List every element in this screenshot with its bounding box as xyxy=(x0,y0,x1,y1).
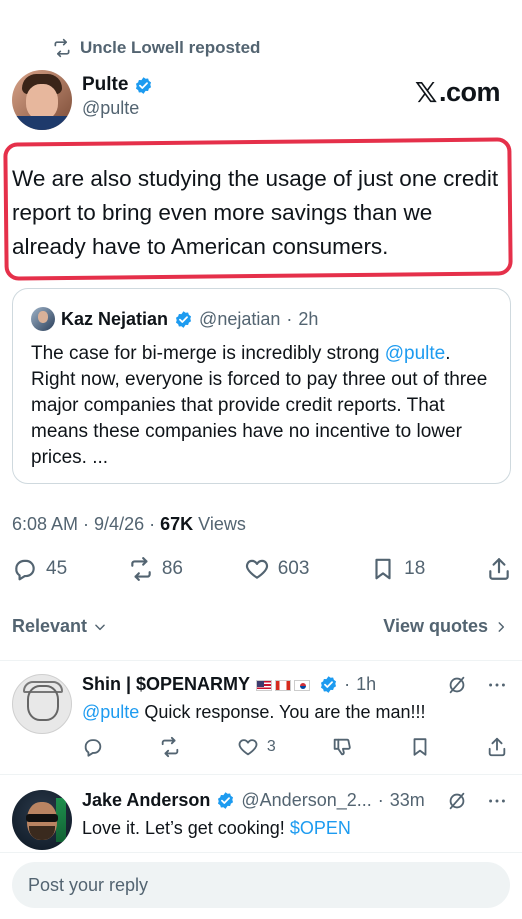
chevron-right-icon xyxy=(498,621,505,632)
quote-author-name: Kaz Nejatian xyxy=(61,308,169,329)
canada-flag-icon xyxy=(275,680,292,692)
reply-item[interactable]: Shin | $OPENARMY · 1h @pulte Quick respo… xyxy=(0,660,522,774)
reply-separator: · xyxy=(377,790,384,810)
reply-avatar[interactable] xyxy=(12,674,72,734)
reply-author-name[interactable]: Shin | $OPENARMY xyxy=(82,674,250,695)
repost-icon xyxy=(131,557,151,581)
reply-avatar[interactable] xyxy=(12,790,72,850)
reply-button[interactable] xyxy=(82,736,104,758)
divider xyxy=(0,852,522,853)
tweet-actions-bar: 45 86 603 18 xyxy=(12,556,512,582)
quote-time: 2h xyxy=(298,308,319,329)
bookmark-count: 18 xyxy=(404,558,426,579)
share-button[interactable] xyxy=(486,556,512,582)
grok-icon[interactable] xyxy=(446,674,468,696)
korea-flag-icon xyxy=(294,680,311,692)
reply-handle: @Anderson_2... xyxy=(241,790,372,810)
x-com-text: .com xyxy=(438,77,501,107)
verified-badge-icon xyxy=(136,76,152,94)
heart-icon xyxy=(245,559,268,579)
quote-text-part: The case for bi-merge is incredibly stro… xyxy=(31,343,385,364)
reply-icon xyxy=(84,739,102,757)
reply-count: 45 xyxy=(46,558,68,579)
reply-text-part: Quick response. You are the man!!! xyxy=(139,702,426,722)
relevant-label: Relevant xyxy=(12,616,88,636)
quote-handle: @nejatian xyxy=(199,308,281,329)
flag-icons xyxy=(256,677,313,692)
cashtag-link[interactable]: $OPEN xyxy=(290,818,351,838)
repost-button[interactable]: 86 xyxy=(128,556,183,582)
bookmark-icon xyxy=(413,738,426,756)
reply-time: 33m xyxy=(389,790,425,810)
tweet-timestamp: 6:08 AM · 9/4/26 · 67K Views xyxy=(12,514,246,534)
repost-icon xyxy=(162,736,179,758)
views-count: 67K xyxy=(160,514,194,534)
quote-separator: · xyxy=(286,308,293,329)
verified-badge-icon xyxy=(176,310,192,328)
reply-mention-link[interactable]: @pulte xyxy=(82,702,139,722)
reply-button[interactable]: 45 xyxy=(12,556,67,582)
like-button[interactable]: 603 xyxy=(244,556,310,582)
tweet-text: We are also studying the usage of just o… xyxy=(12,166,499,259)
author-name[interactable]: Pulte xyxy=(82,74,128,96)
quote-avatar xyxy=(31,307,55,331)
quote-text: The case for bi-merge is incredibly stro… xyxy=(31,341,499,471)
repost-button[interactable] xyxy=(159,736,181,758)
tweet-time[interactable]: 6:08 AM xyxy=(12,514,78,534)
reply-item[interactable]: Jake Anderson @Anderson_2... · 33m Love … xyxy=(0,774,522,854)
reply-input[interactable] xyxy=(12,862,510,908)
more-options-icon[interactable] xyxy=(486,674,508,696)
share-button[interactable] xyxy=(486,736,508,758)
reply-separator: · xyxy=(344,674,351,694)
x-com-watermark: 𝕏 .com xyxy=(414,76,501,109)
quote-mention-link[interactable]: @pulte xyxy=(385,343,446,364)
bookmark-button[interactable]: 18 xyxy=(370,556,425,582)
views-label: Views xyxy=(198,514,246,534)
like-count: 3 xyxy=(266,738,276,755)
view-quotes-link[interactable]: View quotes xyxy=(383,616,508,637)
bookmark-button[interactable] xyxy=(409,736,431,758)
repost-text: Uncle Lowell reposted xyxy=(80,38,261,57)
reply-time: 1h xyxy=(356,674,377,694)
bookmark-icon xyxy=(375,558,391,580)
author-handle[interactable]: @pulte xyxy=(82,98,153,119)
reply-text: Love it. Let’s get cooking! $OPEN xyxy=(82,818,351,839)
reply-icon xyxy=(15,559,35,581)
repost-icon xyxy=(54,38,70,58)
x-logo-icon: 𝕏 xyxy=(414,76,438,109)
reply-text: @pulte Quick response. You are the man!!… xyxy=(82,702,425,723)
share-icon xyxy=(489,558,509,580)
reply-text-part: Love it. Let’s get cooking! xyxy=(82,818,290,838)
more-options-icon[interactable] xyxy=(486,790,508,812)
author-avatar[interactable] xyxy=(12,70,72,130)
repost-count: 86 xyxy=(161,558,183,579)
relevant-dropdown[interactable]: Relevant xyxy=(12,616,107,637)
like-button[interactable]: 3 xyxy=(237,736,276,758)
like-count: 603 xyxy=(277,558,310,579)
reply-author-name[interactable]: Jake Anderson xyxy=(82,790,210,811)
verified-badge-icon xyxy=(218,792,234,809)
downvote-icon xyxy=(333,738,351,756)
quoted-tweet[interactable]: Kaz Nejatian @nejatian · 2h The case for… xyxy=(12,288,511,484)
heart-icon xyxy=(238,739,258,756)
repost-indicator[interactable]: Uncle Lowell reposted xyxy=(52,38,260,58)
tweet-date[interactable]: 9/4/26 xyxy=(94,514,144,534)
view-quotes-label: View quotes xyxy=(383,616,488,636)
us-flag-icon xyxy=(256,680,273,692)
share-icon xyxy=(488,737,506,757)
verified-badge-icon xyxy=(321,676,337,693)
dislike-button[interactable] xyxy=(331,736,353,758)
tweet-author[interactable]: Pulte @pulte xyxy=(12,70,153,130)
grok-icon[interactable] xyxy=(446,790,468,812)
reply-composer[interactable] xyxy=(12,862,510,908)
cut-off-header xyxy=(0,0,522,8)
chevron-down-icon xyxy=(95,624,105,630)
replies-sort-row: Relevant View quotes xyxy=(12,616,508,637)
